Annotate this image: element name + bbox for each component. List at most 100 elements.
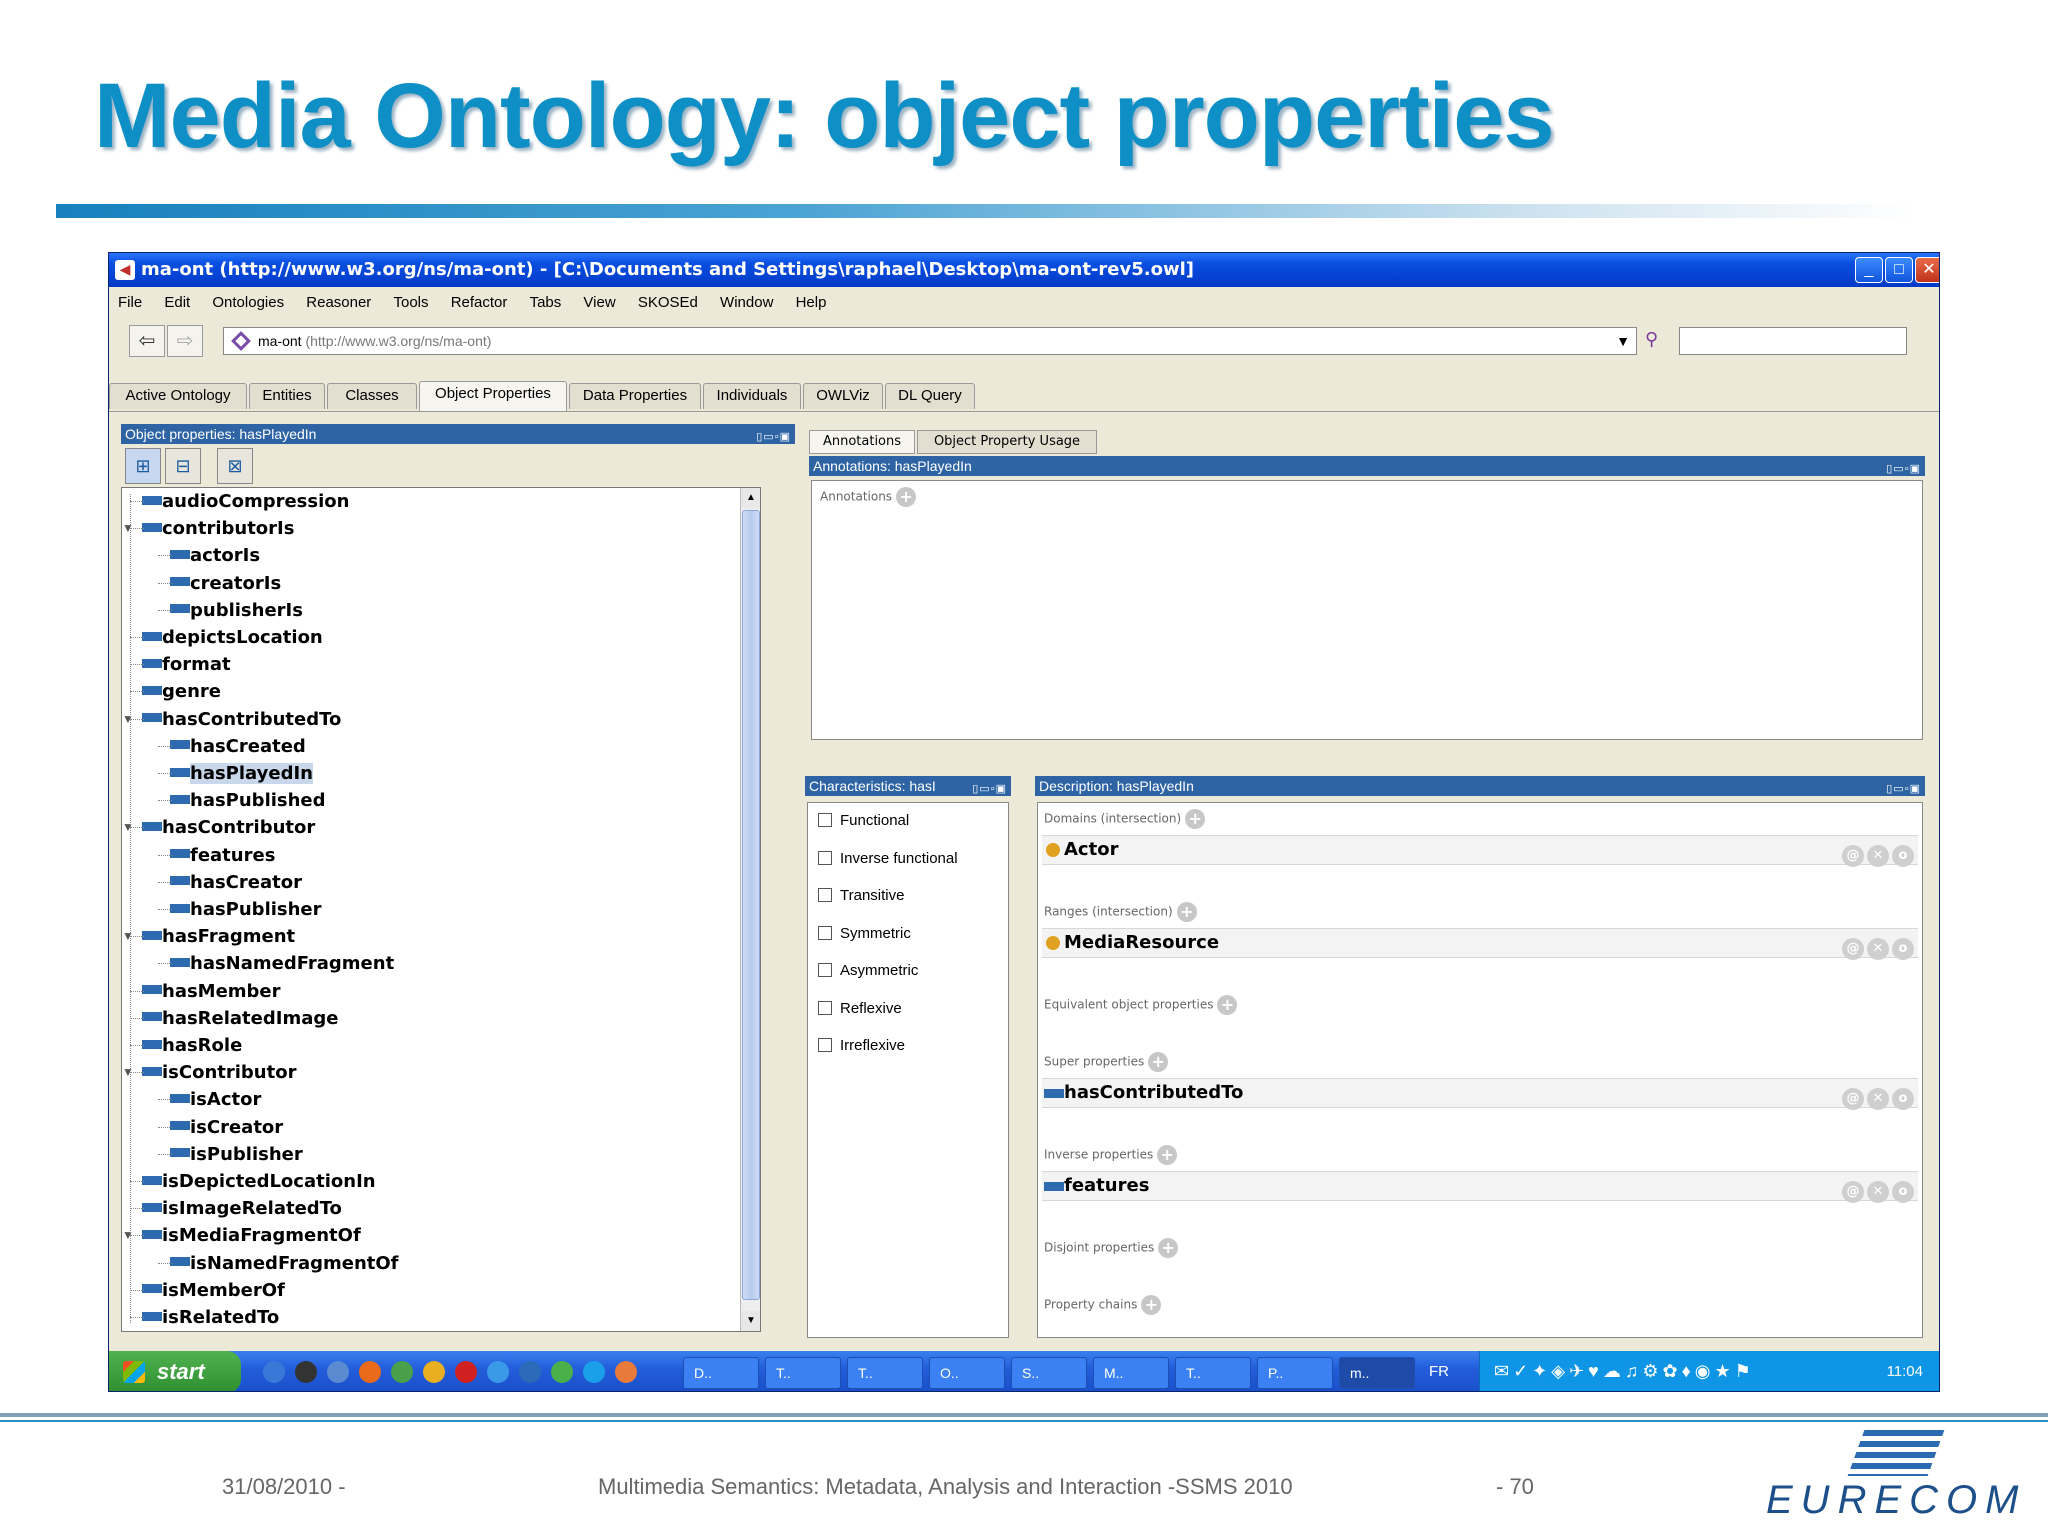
- quicklaunch-icon[interactable]: [391, 1361, 413, 1383]
- characteristic-checkbox[interactable]: Transitive: [818, 886, 904, 906]
- binoculars-search-icon[interactable]: ⚲: [1645, 329, 1658, 350]
- tree-item[interactable]: isImageRelatedTo: [142, 1195, 342, 1222]
- scroll-down-icon[interactable]: ▼: [741, 1311, 760, 1331]
- add-inverse-icon[interactable]: +: [1157, 1145, 1178, 1165]
- add-disjoint-icon[interactable]: +: [1158, 1238, 1179, 1258]
- edit-icon[interactable]: o: [1892, 1088, 1914, 1110]
- characteristic-checkbox[interactable]: Asymmetric: [818, 961, 918, 981]
- chrome-icon[interactable]: [423, 1361, 445, 1383]
- characteristic-checkbox[interactable]: Inverse functional: [818, 849, 958, 869]
- window-titlebar[interactable]: ◀ ma-ont (http://www.w3.org/ns/ma-ont) -…: [109, 253, 1939, 287]
- checkbox-icon[interactable]: [818, 1038, 832, 1053]
- tree-item[interactable]: actorIs: [170, 542, 260, 569]
- taskbar-item[interactable]: O..: [929, 1357, 1005, 1389]
- tree-item[interactable]: hasPublished: [170, 787, 326, 814]
- chevron-down-icon[interactable]: ▼: [1616, 328, 1630, 354]
- tab-owlviz[interactable]: OWLViz: [803, 383, 883, 409]
- tree-item[interactable]: hasRole: [142, 1032, 242, 1059]
- characteristic-checkbox[interactable]: Reflexive: [818, 999, 902, 1019]
- tab-active-ontology[interactable]: Active Ontology: [109, 383, 247, 409]
- tree-item[interactable]: hasPlayedIn: [170, 760, 313, 787]
- menu-file[interactable]: File: [109, 287, 151, 317]
- taskbar-item[interactable]: M..: [1093, 1357, 1169, 1389]
- menu-window[interactable]: Window: [711, 287, 782, 317]
- tree-item[interactable]: hasMember: [142, 978, 281, 1005]
- taskbar-item[interactable]: S..: [1011, 1357, 1087, 1389]
- expand-toggle-icon[interactable]: ▼: [122, 521, 134, 535]
- tab-annotations[interactable]: Annotations: [809, 430, 915, 454]
- tree-item[interactable]: hasNamedFragment: [170, 950, 394, 977]
- characteristic-checkbox[interactable]: Functional: [818, 811, 909, 831]
- annotate-icon[interactable]: @: [1842, 1181, 1864, 1203]
- add-equivalent-icon[interactable]: +: [1217, 995, 1238, 1015]
- super-property-entry[interactable]: hasContributedTo @ ✕ o: [1042, 1078, 1918, 1110]
- checkbox-icon[interactable]: [818, 1000, 832, 1015]
- tree-item[interactable]: publisherIs: [170, 597, 303, 624]
- tree-item[interactable]: isNamedFragmentOf: [170, 1250, 399, 1277]
- tree-item[interactable]: isMediaFragmentOf: [142, 1222, 361, 1249]
- add-sub-property-icon[interactable]: ⊞: [125, 448, 161, 484]
- tree-item[interactable]: isPublisher: [170, 1141, 303, 1168]
- add-domain-icon[interactable]: +: [1185, 809, 1206, 829]
- tree-item[interactable]: contributorIs: [142, 515, 294, 542]
- checkbox-icon[interactable]: [818, 963, 832, 978]
- tree-item[interactable]: hasFragment: [142, 923, 295, 950]
- tab-data-properties[interactable]: Data Properties: [569, 383, 701, 409]
- tree-item[interactable]: hasCreator: [170, 869, 302, 896]
- tree-item[interactable]: isMemberOf: [142, 1277, 285, 1304]
- tree-item[interactable]: isCreator: [170, 1114, 283, 1141]
- taskbar-item[interactable]: D..: [683, 1357, 759, 1389]
- tree-item[interactable]: isContributor: [142, 1059, 296, 1086]
- tree-item[interactable]: hasContributedTo: [142, 706, 341, 733]
- menu-reasoner[interactable]: Reasoner: [297, 287, 380, 317]
- forward-arrow-icon[interactable]: ⇨: [167, 325, 203, 357]
- expand-toggle-icon[interactable]: ▼: [122, 929, 134, 943]
- scroll-up-icon[interactable]: ▲: [741, 488, 760, 508]
- ontology-selector[interactable]: ma-ont (http://www.w3.org/ns/ma-ont) ▼: [223, 327, 1637, 355]
- tree-item[interactable]: hasPublisher: [170, 896, 322, 923]
- object-property-tree[interactable]: ▲ ▼ audioCompression contributorIs ▼ actorI…: [121, 487, 761, 1332]
- domain-entry[interactable]: Actor @ ✕ o: [1042, 835, 1918, 867]
- tab-object-properties[interactable]: Object Properties: [419, 381, 567, 411]
- tree-scrollbar[interactable]: ▲ ▼: [740, 488, 760, 1331]
- inverse-property-entry[interactable]: features @ ✕ o: [1042, 1171, 1918, 1203]
- add-super-property-icon[interactable]: +: [1148, 1052, 1169, 1072]
- opera-icon[interactable]: [455, 1361, 477, 1383]
- add-chain-icon[interactable]: +: [1141, 1295, 1162, 1315]
- close-button[interactable]: ✕: [1915, 257, 1939, 283]
- ie-icon[interactable]: [487, 1361, 509, 1383]
- menu-edit[interactable]: Edit: [155, 287, 199, 317]
- expand-toggle-icon[interactable]: ▼: [122, 820, 134, 834]
- taskbar-item[interactable]: T..: [847, 1357, 923, 1389]
- tab-individuals[interactable]: Individuals: [703, 383, 801, 409]
- view-controls-icon[interactable]: ▯▭▫▣: [756, 427, 791, 444]
- edit-icon[interactable]: o: [1892, 938, 1914, 960]
- taskbar-item[interactable]: T..: [765, 1357, 841, 1389]
- menu-tools[interactable]: Tools: [384, 287, 437, 317]
- quicklaunch-icon[interactable]: [327, 1361, 349, 1383]
- checkbox-icon[interactable]: [818, 813, 832, 828]
- delete-property-icon[interactable]: ⊠: [217, 448, 253, 484]
- tray-icons[interactable]: ✉✓✦◈✈♥☁♫⚙✿♦◉★⚑: [1494, 1361, 1755, 1382]
- menu-help[interactable]: Help: [787, 287, 836, 317]
- tree-item[interactable]: depictsLocation: [142, 624, 323, 651]
- view-controls-icon[interactable]: ▯▭▫▣: [1886, 459, 1921, 476]
- tree-item[interactable]: audioCompression: [142, 488, 349, 515]
- tree-item[interactable]: creatorIs: [170, 570, 281, 597]
- expand-toggle-icon[interactable]: ▼: [122, 1228, 134, 1242]
- expand-toggle-icon[interactable]: ▼: [122, 712, 134, 726]
- skype-icon[interactable]: [583, 1361, 605, 1383]
- tree-item[interactable]: features: [170, 842, 275, 869]
- quicklaunch-icon[interactable]: [615, 1361, 637, 1383]
- characteristic-checkbox[interactable]: Symmetric: [818, 924, 911, 944]
- checkbox-icon[interactable]: [818, 925, 832, 940]
- start-button[interactable]: start: [109, 1351, 241, 1391]
- taskbar-item[interactable]: T..: [1175, 1357, 1251, 1389]
- tree-item[interactable]: hasRelatedImage: [142, 1005, 338, 1032]
- back-arrow-icon[interactable]: ⇦: [129, 325, 165, 357]
- remove-icon[interactable]: ✕: [1867, 1088, 1889, 1110]
- annotate-icon[interactable]: @: [1842, 938, 1864, 960]
- checkbox-icon[interactable]: [818, 888, 832, 903]
- taskbar-item-active[interactable]: m..: [1339, 1357, 1415, 1389]
- characteristic-checkbox[interactable]: Irreflexive: [818, 1036, 905, 1056]
